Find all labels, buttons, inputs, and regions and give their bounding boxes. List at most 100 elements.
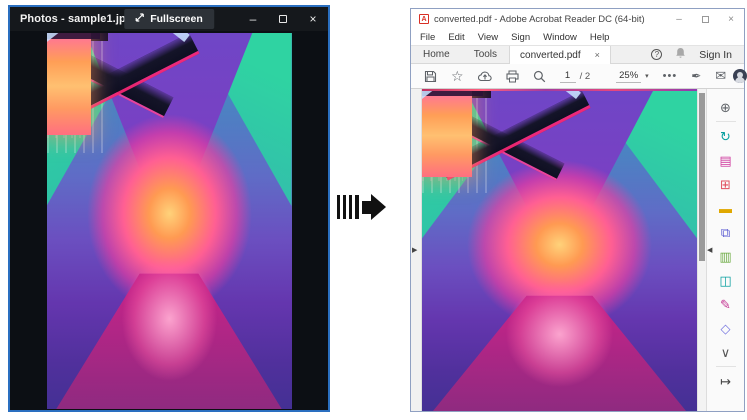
share-button[interactable] xyxy=(471,64,499,89)
tools-sidebar-list: ◀ ⊕ ↻ ▤ ⊞ ▬ ⧉ ▥ ◫ ✎ ◇ ∨ ↦ xyxy=(706,89,744,411)
combine-files-tool[interactable]: ⧉ xyxy=(707,220,744,244)
nav-pane-expand-handle[interactable]: ▶ xyxy=(412,246,417,254)
scrollbar-thumb[interactable] xyxy=(699,93,705,261)
photos-window-title: Photos - sample1.jpg xyxy=(10,13,133,25)
acrobat-titlebar: A converted.pdf - Adobe Acrobat Reader D… xyxy=(411,9,744,29)
page-count-label: / 2 xyxy=(580,71,591,82)
search-zoom-tool[interactable]: ⊕ xyxy=(707,95,744,119)
photo-sample1[interactable] xyxy=(47,33,292,409)
bell-icon[interactable] xyxy=(675,47,686,62)
page-number-input[interactable]: 1 xyxy=(560,70,576,83)
star-icon: ☆ xyxy=(451,69,464,83)
tab-document-label: converted.pdf xyxy=(520,50,581,61)
more-tools-tool[interactable]: ∨ xyxy=(707,340,744,364)
expand-pane-tool[interactable]: ↦ xyxy=(707,369,744,393)
fill-sign-icon: ✎ xyxy=(720,298,731,311)
photos-window: Photos - sample1.jpg Fullscreen – × xyxy=(8,5,330,412)
search-zoom-icon: ⊕ xyxy=(720,101,731,114)
menu-file[interactable]: File xyxy=(420,32,435,43)
fill-sign-tool[interactable]: ✎ xyxy=(707,292,744,316)
sidebar-divider xyxy=(716,366,736,367)
comment-icon: ▬ xyxy=(719,202,732,215)
export-pdf-tool[interactable]: ↻ xyxy=(707,124,744,148)
close-button[interactable]: × xyxy=(298,7,328,31)
acrobat-pdf-icon: A xyxy=(419,14,429,24)
zoom-value: 25% xyxy=(616,70,641,83)
zoom-level-dropdown[interactable]: 25% ▾ xyxy=(609,64,656,89)
compress-pdf-tool[interactable]: ◫ xyxy=(707,268,744,292)
tab-close-icon[interactable]: × xyxy=(595,50,600,60)
arrow-bar xyxy=(343,195,346,219)
sidebar-divider xyxy=(716,121,736,122)
compress-pdf-icon: ◫ xyxy=(719,274,731,287)
maximize-icon xyxy=(702,16,709,23)
expand-pane-icon: ↦ xyxy=(720,375,731,388)
save-button[interactable] xyxy=(417,64,444,89)
printer-icon xyxy=(506,70,519,83)
maximize-icon xyxy=(279,15,287,23)
save-icon xyxy=(424,70,437,83)
export-pdf-icon: ↻ xyxy=(720,130,731,143)
menu-help[interactable]: Help xyxy=(590,32,610,43)
pen-icon: ✒ xyxy=(691,69,701,83)
menu-sign[interactable]: Sign xyxy=(511,32,530,43)
acrobat-main: ▶ xyxy=(411,89,744,411)
toolbar-overflow-button[interactable]: ••• xyxy=(656,64,685,89)
organize-pages-icon: ▥ xyxy=(719,250,731,263)
photos-canvas xyxy=(10,31,328,410)
vertical-scrollbar[interactable] xyxy=(697,89,706,411)
combine-files-icon: ⧉ xyxy=(721,226,730,239)
envelope-icon: ✉ xyxy=(715,68,726,84)
acrobat-toolbar: ☆ 1 / 2 25% ▾ ••• ✒ ✉ xyxy=(411,64,744,89)
avatar[interactable] xyxy=(733,69,747,83)
pdf-image xyxy=(422,91,697,411)
minimize-button[interactable]: – xyxy=(666,9,692,29)
close-button[interactable]: × xyxy=(718,9,744,29)
create-pdf-tool[interactable]: ⊞ xyxy=(707,172,744,196)
arrow-shaft xyxy=(362,201,371,214)
tools-pane-collapse-handle[interactable]: ◀ xyxy=(707,246,712,254)
edit-pdf-tool[interactable]: ▤ xyxy=(707,148,744,172)
corridor-floorglow xyxy=(422,91,697,411)
send-mail-button[interactable]: ✉ xyxy=(708,64,733,89)
protect-icon: ◇ xyxy=(721,322,731,335)
pdf-page-view[interactable] xyxy=(422,89,697,411)
menu-edit[interactable]: Edit xyxy=(448,32,464,43)
maximize-button[interactable] xyxy=(692,9,718,29)
pdf-glitch-topline xyxy=(422,89,697,91)
protect-tool[interactable]: ◇ xyxy=(707,316,744,340)
fullscreen-icon xyxy=(135,13,144,25)
conversion-arrow-icon xyxy=(337,193,391,221)
search-button[interactable] xyxy=(526,64,553,89)
acrobat-tabbar: Home Tools converted.pdf × ? Sign In xyxy=(411,45,744,64)
print-button[interactable] xyxy=(499,64,526,89)
chevron-down-icon: ▾ xyxy=(645,72,649,80)
sign-in-button[interactable]: Sign In xyxy=(699,49,732,61)
search-icon xyxy=(533,70,546,83)
ellipsis-icon: ••• xyxy=(663,70,678,82)
acrobat-window-controls: – × xyxy=(666,9,744,29)
acrobat-window: A converted.pdf - Adobe Acrobat Reader D… xyxy=(410,8,745,412)
menu-window[interactable]: Window xyxy=(543,32,577,43)
arrow-head xyxy=(371,194,386,220)
photos-titlebar: Photos - sample1.jpg Fullscreen – × xyxy=(10,7,328,31)
menu-view[interactable]: View xyxy=(478,32,498,43)
arrow-bar xyxy=(349,195,352,219)
tab-document[interactable]: converted.pdf × xyxy=(509,46,611,64)
tab-tools[interactable]: Tools xyxy=(462,46,509,63)
tab-home[interactable]: Home xyxy=(411,46,462,63)
comment-tool[interactable]: ▬ xyxy=(707,196,744,220)
page-indicator: 1 / 2 xyxy=(553,64,598,89)
edit-pdf-icon: ▤ xyxy=(719,154,731,167)
favorite-star-button[interactable]: ☆ xyxy=(444,64,471,89)
sign-pen-button[interactable]: ✒ xyxy=(684,64,708,89)
maximize-button[interactable] xyxy=(268,7,298,31)
minimize-button[interactable]: – xyxy=(238,7,268,31)
help-icon[interactable]: ? xyxy=(651,49,662,60)
organize-pages-tool[interactable]: ▥ xyxy=(707,244,744,268)
fullscreen-button[interactable]: Fullscreen xyxy=(124,9,214,29)
acrobat-window-title: converted.pdf - Adobe Acrobat Reader DC … xyxy=(434,14,645,25)
arrow-bar xyxy=(337,195,340,219)
corridor-floorglow xyxy=(47,33,292,409)
fullscreen-label: Fullscreen xyxy=(150,13,203,25)
